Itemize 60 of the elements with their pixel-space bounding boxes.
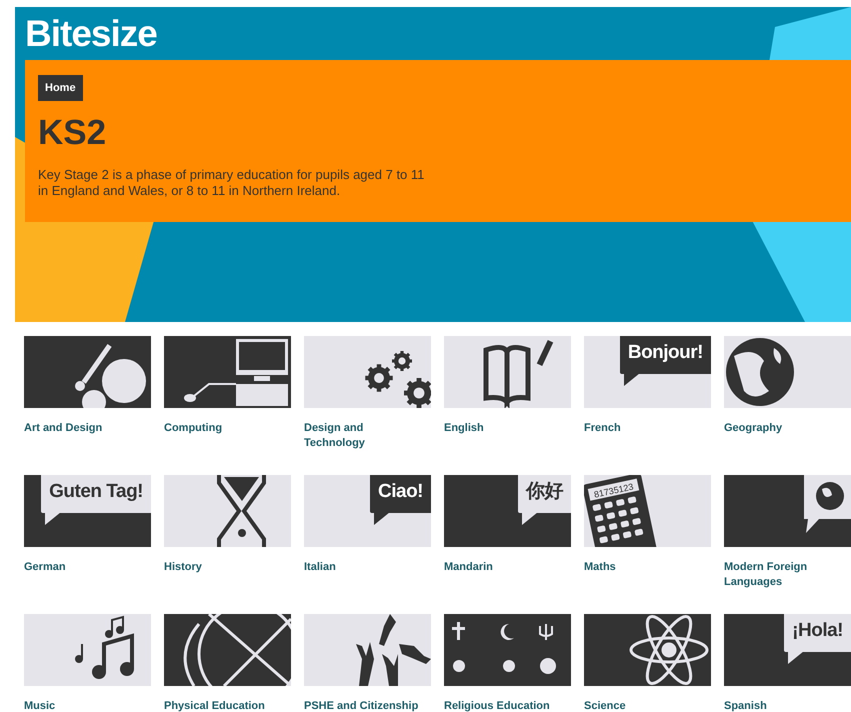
subject-tile[interactable]	[24, 614, 151, 686]
subject-tile[interactable]	[164, 475, 291, 547]
subject-link[interactable]: Music	[24, 699, 144, 712]
subject-tile[interactable]: Ciao!	[304, 475, 431, 547]
speech-tail-icon	[522, 512, 538, 525]
subject-link[interactable]: Maths	[584, 560, 704, 575]
computer-icon	[184, 339, 288, 406]
calculator-icon: 81735123	[584, 475, 658, 547]
bubble-text: Ciao!	[378, 480, 423, 504]
speech-tail-icon	[45, 512, 62, 525]
paintbrush-splash-icon	[75, 344, 146, 408]
subject-tile[interactable]: 你好	[444, 475, 571, 547]
subject-tile[interactable]	[584, 614, 711, 686]
page-title: KS2	[38, 113, 108, 153]
subject-link[interactable]: Geography	[724, 421, 844, 436]
subject-tile[interactable]	[444, 614, 571, 686]
page-description: Key Stage 2 is a phase of primary education for pupils aged 7 to 11 in England and Wales, or 8 to 11 in Northern Ireland.	[38, 167, 426, 199]
religious-symbols-icon	[452, 622, 556, 674]
subject-link[interactable]: PSHE and Citizenship	[304, 699, 424, 712]
bubble-text: 你好	[526, 480, 563, 504]
subject-tile[interactable]: Guten Tag!	[24, 475, 151, 547]
bubble-text: ¡Hola!	[792, 619, 843, 643]
subject-link[interactable]: Italian	[304, 560, 424, 575]
subject-link[interactable]: Mandarin	[444, 560, 564, 575]
subject-tile[interactable]	[164, 336, 291, 408]
subject-link[interactable]: German	[24, 560, 144, 575]
subject-link[interactable]: Computing	[164, 421, 284, 436]
subject-tile[interactable]: 81735123	[584, 475, 711, 547]
subject-link[interactable]: Art and Design	[24, 421, 144, 436]
speech-tail-icon	[788, 651, 804, 664]
hourglass-icon	[217, 475, 266, 547]
subject-link[interactable]: History	[164, 560, 284, 575]
bubble-text: Bonjour!	[628, 341, 703, 365]
speech-tail-icon	[374, 512, 390, 525]
subject-tile[interactable]	[304, 336, 431, 408]
atom-icon	[630, 615, 708, 685]
breadcrumb-link[interactable]: Home	[38, 75, 83, 101]
subject-tile[interactable]	[724, 336, 851, 408]
globe-icon	[726, 338, 794, 406]
subject-link[interactable]: Science	[584, 699, 704, 712]
subject-tile[interactable]	[164, 614, 291, 686]
subject-link[interactable]: Physical Education	[164, 699, 284, 712]
speech-tail-icon	[624, 373, 640, 386]
bubble-text: Guten Tag!	[49, 480, 143, 504]
subject-link[interactable]: Design and Technology	[304, 421, 424, 451]
subject-tile[interactable]	[24, 336, 151, 408]
subject-tile[interactable]: ¡Hola!	[724, 614, 851, 686]
subject-tile[interactable]	[724, 475, 851, 547]
bitesize-logo[interactable]: Bitesize	[25, 13, 851, 55]
subject-link[interactable]: Religious Education	[444, 699, 564, 712]
globe-speech-bubble-icon	[804, 475, 851, 533]
subject-tile[interactable]: Bonjour!	[584, 336, 711, 408]
gears-icon	[365, 351, 431, 408]
subject-tile[interactable]	[304, 614, 431, 686]
basketball-icon	[184, 614, 291, 686]
music-notes-icon	[75, 616, 134, 679]
subject-link[interactable]: Spanish	[724, 699, 844, 712]
subject-link[interactable]: French	[584, 421, 704, 436]
subject-link[interactable]: Modern Foreign Languages	[724, 560, 844, 590]
subject-link[interactable]: English	[444, 421, 564, 436]
